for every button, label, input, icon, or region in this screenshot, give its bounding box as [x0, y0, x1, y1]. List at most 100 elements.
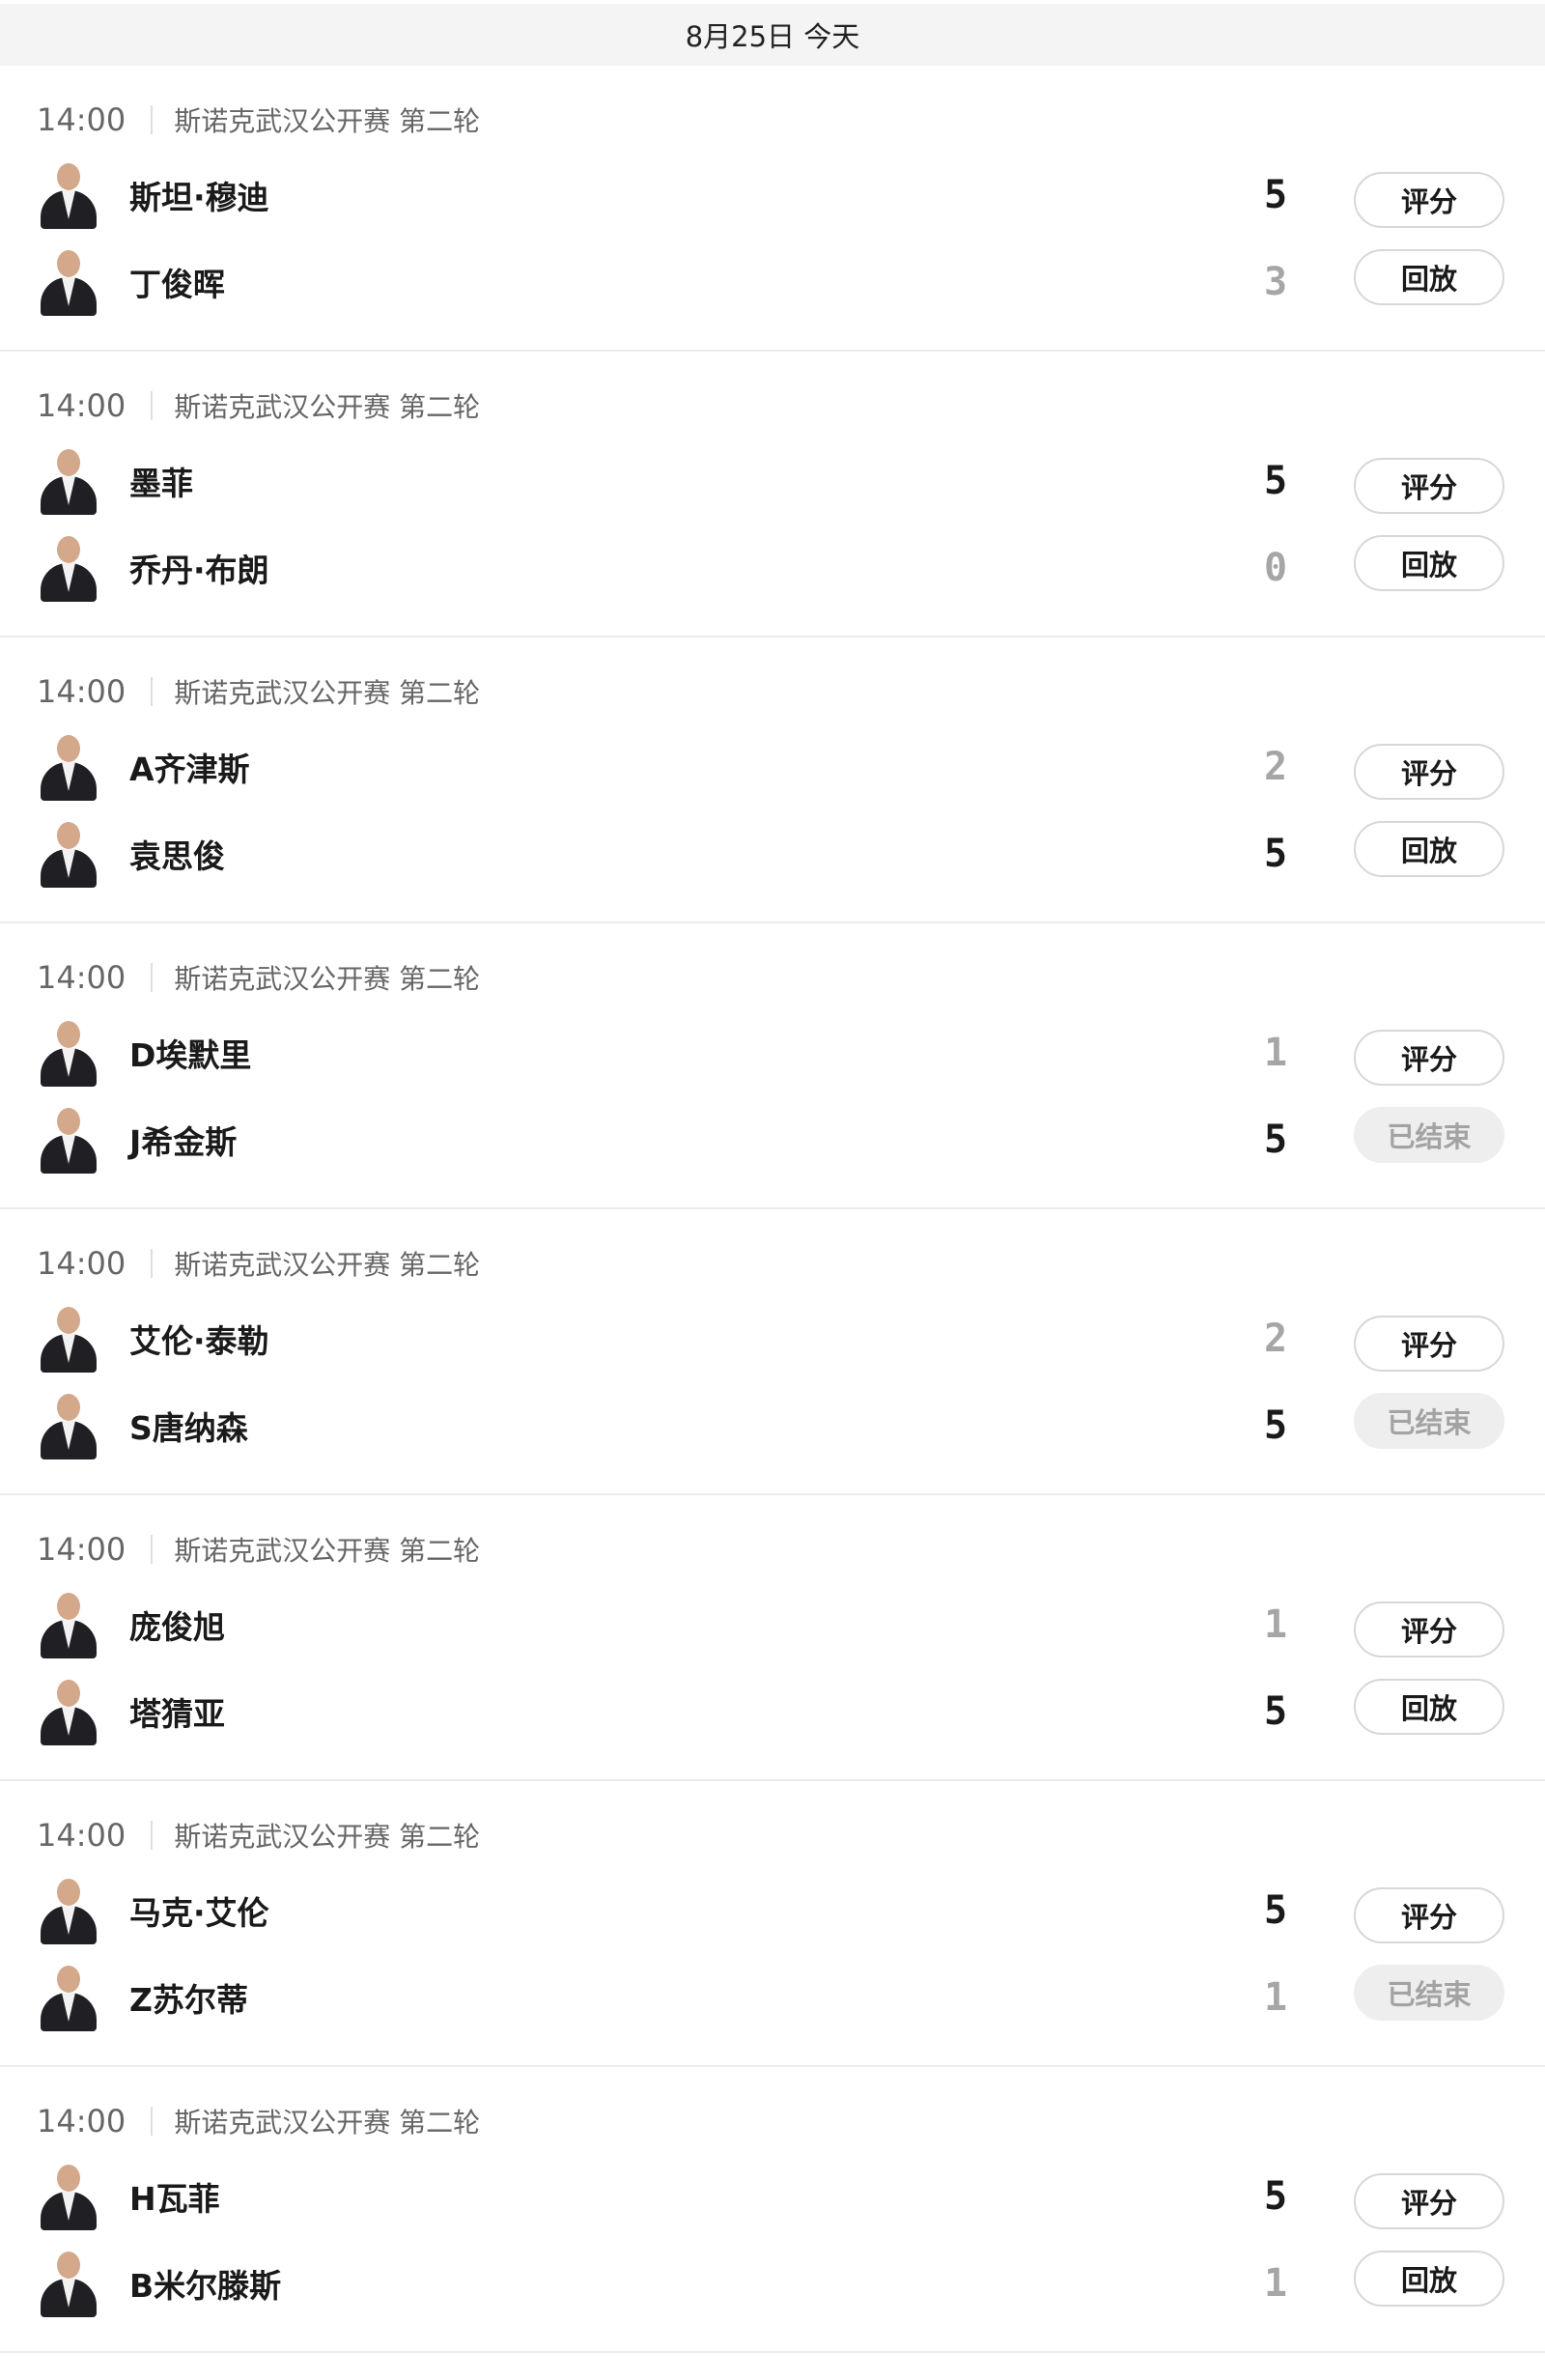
- rate-button[interactable]: 评分: [1354, 1316, 1504, 1372]
- player-row[interactable]: 艾伦·泰勒 2: [35, 1300, 1545, 1377]
- header-divider: [151, 963, 154, 992]
- player-avatar: [35, 731, 102, 803]
- player-avatar: [35, 2248, 102, 2319]
- ended-status: 已结束: [1354, 1107, 1504, 1163]
- player-row[interactable]: D埃默里 1: [35, 1014, 1545, 1091]
- player-name: 马克·艾伦: [129, 1894, 269, 1932]
- rate-button[interactable]: 评分: [1354, 2173, 1504, 2229]
- match-card[interactable]: 14:00 斯诺克武汉公开赛 第二轮 马克·艾伦 5 Z苏尔蒂 1 评分 已结束: [0, 1781, 1545, 2067]
- header-divider: [151, 2107, 154, 2136]
- event-name: 斯诺克武汉公开赛 第二轮: [174, 1535, 481, 1567]
- player-score: 5: [1263, 459, 1288, 503]
- event-name: 斯诺克武汉公开赛 第二轮: [174, 391, 481, 423]
- header-divider: [151, 1249, 154, 1278]
- rate-button[interactable]: 评分: [1354, 172, 1504, 228]
- match-header: 14:00 斯诺克武汉公开赛 第二轮: [37, 1528, 480, 1571]
- player-name: Z苏尔蒂: [129, 1981, 248, 2019]
- player-avatar: [35, 1390, 102, 1461]
- header-divider: [151, 391, 154, 420]
- match-time: 14:00: [37, 1245, 126, 1282]
- match-header: 14:00 斯诺克武汉公开赛 第二轮: [37, 1814, 480, 1856]
- player-name: 庞俊旭: [129, 1608, 225, 1646]
- replay-button[interactable]: 回放: [1354, 1679, 1504, 1735]
- match-header: 14:00 斯诺克武汉公开赛 第二轮: [37, 670, 480, 713]
- player-score: 5: [1263, 1118, 1288, 1162]
- header-divider: [151, 1821, 154, 1850]
- player-row[interactable]: 斯坦·穆迪 5: [35, 156, 1545, 234]
- event-name: 斯诺克武汉公开赛 第二轮: [174, 1821, 481, 1853]
- player-avatar: [35, 246, 102, 318]
- replay-button[interactable]: 回放: [1354, 249, 1504, 305]
- event-name: 斯诺克武汉公开赛 第二轮: [174, 105, 481, 137]
- match-time: 14:00: [37, 673, 126, 710]
- rate-button[interactable]: 评分: [1354, 744, 1504, 800]
- player-row[interactable]: H瓦菲 5: [35, 2158, 1545, 2235]
- match-card[interactable]: 14:00 斯诺克武汉公开赛 第二轮 墨菲 5 乔丹·布朗 0 评分 回放: [0, 352, 1545, 638]
- date-header: 8月25日 今天: [0, 4, 1545, 66]
- player-avatar: [35, 1589, 102, 1660]
- rate-button[interactable]: 评分: [1354, 1601, 1504, 1658]
- player-score: 5: [1263, 1403, 1288, 1448]
- match-card[interactable]: 14:00 斯诺克武汉公开赛 第二轮 H瓦菲 5 B米尔滕斯 1 评分 回放: [0, 2067, 1545, 2353]
- player-name: 丁俊晖: [129, 266, 225, 303]
- player-avatar: [35, 818, 102, 890]
- player-score: 3: [1263, 260, 1288, 304]
- player-row[interactable]: Z苏尔蒂 1: [35, 1959, 1545, 2036]
- match-card[interactable]: 14:00 斯诺克武汉公开赛 第二轮 斯坦·穆迪 5 丁俊晖 3 评分 回放: [0, 66, 1545, 352]
- player-name: 墨菲: [129, 465, 193, 502]
- player-row[interactable]: A齐津斯 2: [35, 728, 1545, 806]
- match-header: 14:00 斯诺克武汉公开赛 第二轮: [37, 1242, 480, 1285]
- event-name: 斯诺克武汉公开赛 第二轮: [174, 2107, 481, 2139]
- player-avatar: [35, 2161, 102, 2232]
- match-time: 14:00: [37, 2103, 126, 2139]
- player-row[interactable]: 塔猜亚 5: [35, 1673, 1545, 1750]
- player-score: 5: [1263, 1888, 1288, 1933]
- ended-status: 已结束: [1354, 1965, 1504, 2021]
- player-score: 1: [1263, 1031, 1288, 1075]
- player-avatar: [35, 1104, 102, 1176]
- match-card[interactable]: 14:00 斯诺克武汉公开赛 第二轮 庞俊旭 1 塔猜亚 5 评分 回放: [0, 1495, 1545, 1781]
- match-time: 14:00: [37, 959, 126, 996]
- player-avatar: [35, 1875, 102, 1946]
- player-avatar: [35, 1017, 102, 1089]
- rate-button[interactable]: 评分: [1354, 1030, 1504, 1086]
- player-score: 1: [1263, 2261, 1288, 2306]
- player-row[interactable]: J希金斯 5: [35, 1101, 1545, 1178]
- event-name: 斯诺克武汉公开赛 第二轮: [174, 677, 481, 709]
- player-name: 乔丹·布朗: [129, 552, 269, 589]
- match-card[interactable]: 14:00 斯诺克武汉公开赛 第二轮 D埃默里 1 J希金斯 5 评分 已结束: [0, 923, 1545, 1209]
- player-name: H瓦菲: [129, 2180, 220, 2218]
- rate-button[interactable]: 评分: [1354, 458, 1504, 514]
- replay-button[interactable]: 回放: [1354, 2251, 1504, 2307]
- match-header: 14:00 斯诺克武汉公开赛 第二轮: [37, 2100, 480, 2142]
- rate-button[interactable]: 评分: [1354, 1887, 1504, 1943]
- player-row[interactable]: 乔丹·布朗 0: [35, 529, 1545, 607]
- player-name: 袁思俊: [129, 837, 225, 875]
- player-row[interactable]: S唐纳森 5: [35, 1387, 1545, 1464]
- player-score: 5: [1263, 832, 1288, 876]
- event-name: 斯诺克武汉公开赛 第二轮: [174, 1249, 481, 1281]
- player-score: 1: [1263, 1602, 1288, 1647]
- player-row[interactable]: 袁思俊 5: [35, 815, 1545, 892]
- match-header: 14:00 斯诺克武汉公开赛 第二轮: [37, 99, 480, 141]
- match-card[interactable]: 14:00 斯诺克武汉公开赛 第二轮 A齐津斯 2 袁思俊 5 评分 回放: [0, 638, 1545, 923]
- match-list: 14:00 斯诺克武汉公开赛 第二轮 斯坦·穆迪 5 丁俊晖 3 评分 回放 1…: [0, 66, 1545, 2353]
- event-name: 斯诺克武汉公开赛 第二轮: [174, 963, 481, 995]
- player-name: A齐津斯: [129, 751, 250, 788]
- replay-button[interactable]: 回放: [1354, 821, 1504, 877]
- player-avatar: [35, 1676, 102, 1747]
- player-name: J希金斯: [129, 1123, 238, 1161]
- player-row[interactable]: 墨菲 5: [35, 442, 1545, 520]
- player-row[interactable]: 丁俊晖 3: [35, 243, 1545, 321]
- header-divider: [151, 677, 154, 706]
- player-avatar: [35, 532, 102, 604]
- match-time: 14:00: [37, 387, 126, 424]
- player-row[interactable]: B米尔滕斯 1: [35, 2245, 1545, 2322]
- match-card[interactable]: 14:00 斯诺克武汉公开赛 第二轮 艾伦·泰勒 2 S唐纳森 5 评分 已结束: [0, 1209, 1545, 1495]
- ended-status: 已结束: [1354, 1393, 1504, 1449]
- player-row[interactable]: 马克·艾伦 5: [35, 1872, 1545, 1949]
- player-score: 5: [1263, 2174, 1288, 2219]
- player-row[interactable]: 庞俊旭 1: [35, 1586, 1545, 1663]
- player-avatar: [35, 1962, 102, 2033]
- replay-button[interactable]: 回放: [1354, 535, 1504, 591]
